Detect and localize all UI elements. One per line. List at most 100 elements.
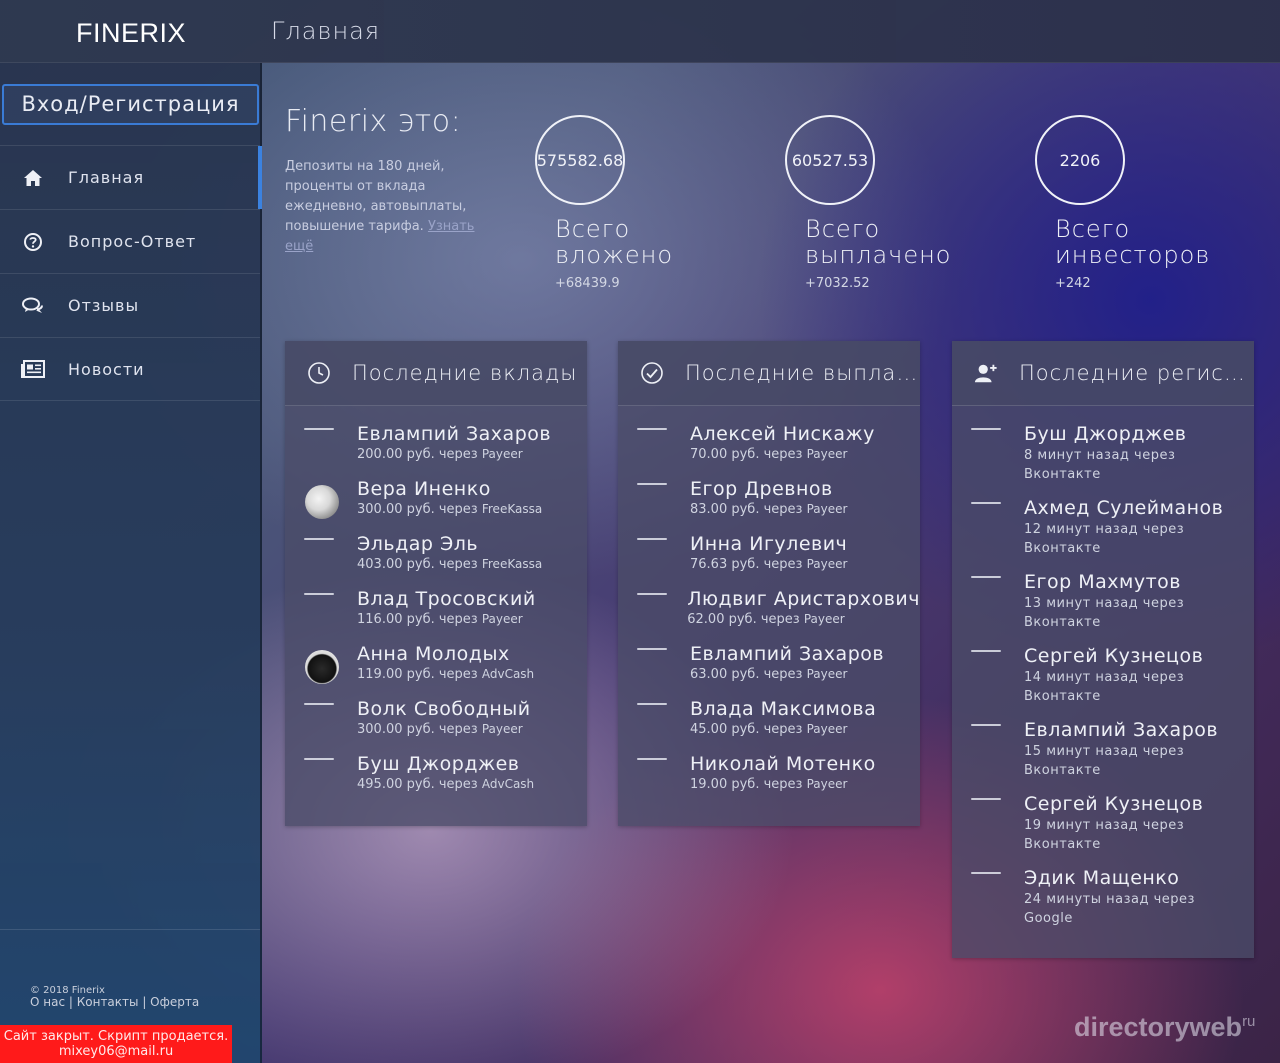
list-item[interactable]: Евлампий Захаров 63.00 руб. через Payeer bbox=[618, 642, 920, 697]
avatar-placeholder bbox=[637, 428, 667, 430]
list-item[interactable]: Эдик Мащенко 24 минуты назад через Google bbox=[952, 866, 1254, 940]
avatar-placeholder bbox=[637, 758, 667, 760]
avatar bbox=[618, 642, 690, 697]
list-item[interactable]: Сергей Кузнецов 14 минут назад через Вконт… bbox=[952, 644, 1254, 718]
currency-via: руб. через bbox=[406, 447, 478, 462]
logo[interactable]: FINERIX bbox=[0, 0, 262, 63]
sidebar-item-faq[interactable]: Вопрос-Ответ bbox=[0, 209, 260, 273]
transaction-details: 62.00 руб. через Payeer bbox=[687, 611, 920, 628]
list-item[interactable]: Анна Молодых 119.00 руб. через AdvCash bbox=[285, 642, 587, 697]
amount: 62.00 bbox=[687, 612, 725, 627]
login-register-button[interactable]: Вход/Регистрация bbox=[2, 84, 259, 125]
list-item[interactable]: Буш Джорджев 495.00 руб. через AdvCash bbox=[285, 752, 587, 807]
avatar-placeholder bbox=[971, 872, 1001, 874]
minutes-count: 24 bbox=[1024, 892, 1042, 907]
avatar-placeholder bbox=[971, 502, 1001, 504]
avatar bbox=[618, 587, 687, 642]
avatar-placeholder bbox=[304, 593, 334, 595]
stat-value: 60527.53 bbox=[785, 115, 875, 205]
minutes-count: 8 bbox=[1024, 448, 1033, 463]
list-item[interactable]: Влад Тросовский 116.00 руб. через Payeer bbox=[285, 587, 587, 642]
list-item[interactable]: Волк Свободный 300.00 руб. через Payeer bbox=[285, 697, 587, 752]
stat-label-line: вложено bbox=[555, 241, 674, 269]
list-item[interactable]: Егор Махмутов 13 минут назад через Вконтак… bbox=[952, 570, 1254, 644]
footer-links: О нас | Контакты | Оферта bbox=[30, 995, 200, 1009]
payment-system: Payeer bbox=[481, 447, 523, 461]
currency-via: руб. через bbox=[731, 722, 803, 737]
registration-source: Вконтакте bbox=[1024, 763, 1101, 778]
footer-link-contacts[interactable]: Контакты bbox=[77, 995, 139, 1009]
site-closed-text: Сайт закрыт. Скрипт продается. bbox=[3, 1029, 229, 1044]
avatar bbox=[952, 422, 1024, 496]
list-item[interactable]: Сергей Кузнецов 19 минут назад через Вконт… bbox=[952, 792, 1254, 866]
site-closed-banner: Сайт закрыт. Скрипт продается. mixey06@m… bbox=[0, 1025, 232, 1063]
list-item[interactable]: Евлампий Захаров 15 минут назад через Вкон… bbox=[952, 718, 1254, 792]
panel-title: Последние вклады bbox=[352, 361, 578, 385]
list-item[interactable]: Инна Игулевич 76.63 руб. через Payeer bbox=[618, 532, 920, 587]
user-name: Евлампий Захаров bbox=[1024, 719, 1219, 741]
currency-via: руб. через bbox=[731, 502, 803, 517]
payment-system: Payeer bbox=[481, 722, 523, 736]
list-item[interactable]: Евлампий Захаров 200.00 руб. через Payeer bbox=[285, 422, 587, 477]
list-item-info: Сергей Кузнецов 19 минут назад через Вконт… bbox=[1024, 792, 1254, 866]
sidebar-item-reviews[interactable]: Отзывы bbox=[0, 273, 260, 337]
transaction-details: 300.00 руб. через FreeKassa bbox=[357, 501, 587, 518]
avatar bbox=[952, 644, 1024, 718]
list-item-info: Вера Иненко 300.00 руб. через FreeKassa bbox=[357, 477, 587, 532]
list-item-info: Николай Мотенко 19.00 руб. через Payeer bbox=[690, 752, 920, 807]
transaction-details: 200.00 руб. через Payeer bbox=[357, 446, 587, 463]
intro-title: Finerix это: bbox=[285, 104, 462, 139]
list-item[interactable]: Эльдар Эль 403.00 руб. через FreeKassa bbox=[285, 532, 587, 587]
transaction-details: 83.00 руб. через Payeer bbox=[690, 501, 920, 518]
avatar bbox=[285, 477, 357, 532]
list-item[interactable]: Егор Древнов 83.00 руб. через Payeer bbox=[618, 477, 920, 532]
list-item[interactable]: Ахмед Сулейманов 12 минут назад через Вкон… bbox=[952, 496, 1254, 570]
minutes-count: 14 bbox=[1024, 670, 1042, 685]
stat-label-line: выплачено bbox=[805, 241, 952, 269]
avatar bbox=[952, 792, 1024, 866]
payment-system: Payeer bbox=[806, 502, 848, 516]
avatar-placeholder bbox=[637, 483, 667, 485]
list-item[interactable]: Буш Джорджев 8 минут назад через Вконтакте bbox=[952, 422, 1254, 496]
avatar-placeholder bbox=[637, 538, 667, 540]
list-item-info: Влад Тросовский 116.00 руб. через Payeer bbox=[357, 587, 587, 642]
list-item[interactable]: Людвиг Аристархович 62.00 руб. через Paye… bbox=[618, 587, 920, 642]
stat-label-line: инвесторов bbox=[1055, 241, 1211, 269]
avatar bbox=[618, 752, 690, 807]
user-name: Буш Джорджев bbox=[357, 753, 520, 775]
transaction-details: 495.00 руб. через AdvCash bbox=[357, 776, 587, 793]
list-item-info: Егор Махмутов 13 минут назад через Вконтак… bbox=[1024, 570, 1254, 644]
newspaper-icon bbox=[20, 356, 46, 382]
transaction-details: 45.00 руб. через Payeer bbox=[690, 721, 920, 738]
avatar bbox=[285, 642, 357, 697]
registration-time: 15 минут назад через bbox=[1024, 742, 1254, 761]
user-name: Анна Молодых bbox=[357, 643, 510, 665]
avatar bbox=[952, 718, 1024, 792]
list-item[interactable]: Вера Иненко 300.00 руб. через FreeKassa bbox=[285, 477, 587, 532]
amount: 45.00 bbox=[690, 722, 728, 737]
footer-link-offer[interactable]: Оферта bbox=[150, 995, 199, 1009]
currency-via: руб. через bbox=[731, 447, 803, 462]
amount: 495.00 bbox=[357, 777, 403, 792]
avatar bbox=[618, 697, 690, 752]
list-item-info: Алексей Нискажу 70.00 руб. через Payeer bbox=[690, 422, 920, 477]
sidebar-item-home[interactable]: Главная bbox=[0, 145, 262, 209]
transaction-details: 403.00 руб. через FreeKassa bbox=[357, 556, 587, 573]
list-item-info: Буш Джорджев 495.00 руб. через AdvCash bbox=[357, 752, 587, 807]
time-ago: минут назад через bbox=[1046, 670, 1185, 685]
list-item[interactable]: Алексей Нискажу 70.00 руб. через Payeer bbox=[618, 422, 920, 477]
time-ago: минуты назад через bbox=[1046, 892, 1195, 907]
list-item-info: Волк Свободный 300.00 руб. через Payeer bbox=[357, 697, 587, 752]
list-item[interactable]: Николай Мотенко 19.00 руб. через Payeer bbox=[618, 752, 920, 807]
amount: 19.00 bbox=[690, 777, 728, 792]
clock-icon bbox=[307, 361, 331, 385]
list-item[interactable]: Влада Максимова 45.00 руб. через Payeer bbox=[618, 697, 920, 752]
sidebar-item-news[interactable]: Новости bbox=[0, 337, 260, 401]
sidebar-item-label: Новости bbox=[68, 359, 145, 379]
user-name: Егор Махмутов bbox=[1024, 571, 1181, 593]
footer-link-about[interactable]: О нас bbox=[30, 995, 65, 1009]
list-item-info: Влада Максимова 45.00 руб. через Payeer bbox=[690, 697, 920, 752]
registration-source: Вконтакте bbox=[1024, 541, 1101, 556]
time-ago: минут назад через bbox=[1046, 744, 1185, 759]
minutes-count: 12 bbox=[1024, 522, 1042, 537]
